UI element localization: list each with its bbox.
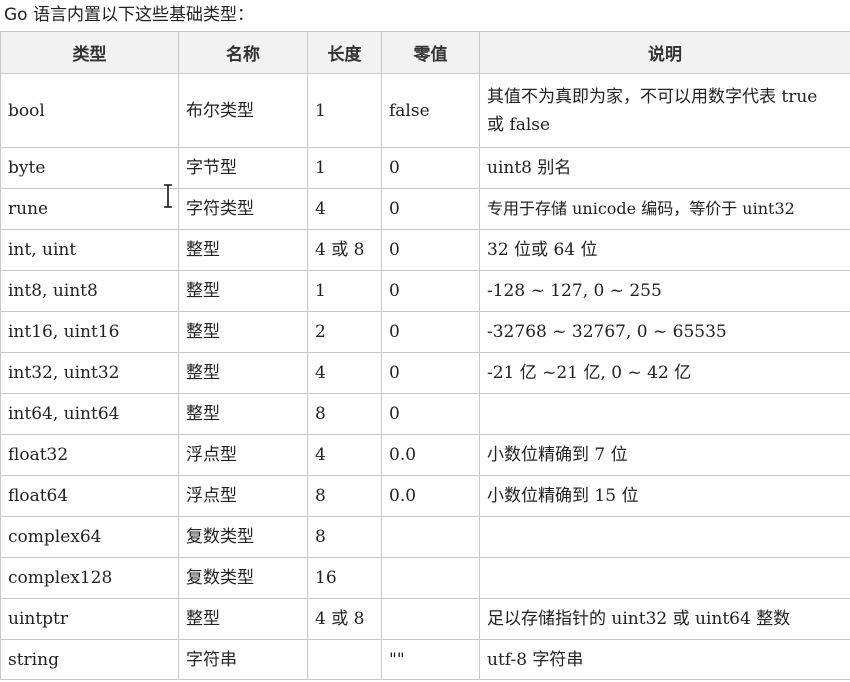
cell-type: uintptr bbox=[0, 598, 179, 640]
cell-description bbox=[479, 557, 850, 599]
table-row: int32, uint32 整型 4 0 -21 亿 ~21 亿, 0 ~ 42… bbox=[0, 352, 850, 394]
cell-type: complex64 bbox=[0, 516, 179, 558]
cell-name: 整型 bbox=[178, 352, 308, 394]
table-row: uintptr 整型 4 或 8 足以存储指针的 uint32 或 uint64… bbox=[0, 598, 850, 640]
header-name: 名称 bbox=[178, 31, 308, 74]
cell-type: rune bbox=[0, 188, 179, 230]
cell-description: -21 亿 ~21 亿, 0 ~ 42 亿 bbox=[479, 352, 850, 394]
cell-length: 8 bbox=[307, 475, 382, 517]
table-row: int8, uint8 整型 1 0 -128 ~ 127, 0 ~ 255 bbox=[0, 270, 850, 312]
cell-description: 小数位精确到 15 位 bbox=[479, 475, 850, 517]
cell-name: 字符类型 bbox=[178, 188, 308, 230]
cell-zero-value bbox=[381, 598, 480, 640]
header-type: 类型 bbox=[0, 31, 179, 74]
cell-description: uint8 别名 bbox=[479, 147, 850, 189]
cell-description: 小数位精确到 7 位 bbox=[479, 434, 850, 476]
cell-length: 2 bbox=[307, 311, 382, 353]
table-row: bool 布尔类型 1 false 其值不为真即为家，不可以用数字代表 true… bbox=[0, 73, 850, 148]
cell-zero-value: 0 bbox=[381, 311, 480, 353]
cell-type: bool bbox=[0, 73, 179, 148]
table-row: float32 浮点型 4 0.0 小数位精确到 7 位 bbox=[0, 434, 850, 476]
cell-name: 整型 bbox=[178, 598, 308, 640]
cell-zero-value: 0 bbox=[381, 393, 480, 435]
cell-type: int32, uint32 bbox=[0, 352, 179, 394]
cell-name: 整型 bbox=[178, 311, 308, 353]
cell-description: 其值不为真即为家，不可以用数字代表 true 或 false bbox=[479, 73, 850, 148]
cell-length: 4 bbox=[307, 352, 382, 394]
cell-length: 4 bbox=[307, 434, 382, 476]
cell-length: 1 bbox=[307, 147, 382, 189]
cell-type: float32 bbox=[0, 434, 179, 476]
cell-zero-value: 0.0 bbox=[381, 475, 480, 517]
cell-name: 布尔类型 bbox=[178, 73, 308, 148]
cell-length: 4 或 8 bbox=[307, 229, 382, 271]
cell-type: byte bbox=[0, 147, 179, 189]
cell-description: -32768 ~ 32767, 0 ~ 65535 bbox=[479, 311, 850, 353]
cell-zero-value: 0.0 bbox=[381, 434, 480, 476]
cell-description-text: 其值不为真即为家，不可以用数字代表 true 或 false bbox=[487, 86, 818, 135]
cell-length: 4 或 8 bbox=[307, 598, 382, 640]
cell-description bbox=[479, 393, 850, 435]
text-cursor-icon bbox=[164, 184, 172, 208]
cell-name: 复数类型 bbox=[178, 516, 308, 558]
cell-length bbox=[307, 639, 382, 680]
cell-zero-value: false bbox=[381, 73, 480, 148]
cell-zero-value bbox=[381, 557, 480, 599]
header-length: 长度 bbox=[307, 31, 382, 74]
cell-length: 4 bbox=[307, 188, 382, 230]
cell-name: 整型 bbox=[178, 229, 308, 271]
cell-type: int64, uint64 bbox=[0, 393, 179, 435]
table-row: int64, uint64 整型 8 0 bbox=[0, 393, 850, 435]
cell-name: 复数类型 bbox=[178, 557, 308, 599]
table-row: int16, uint16 整型 2 0 -32768 ~ 32767, 0 ~… bbox=[0, 311, 850, 353]
cell-name: 整型 bbox=[178, 270, 308, 312]
cell-description bbox=[479, 516, 850, 558]
cell-zero-value: 0 bbox=[381, 270, 480, 312]
table-header-row: 类型 名称 长度 零值 说明 bbox=[0, 31, 850, 74]
table-row: complex64 复数类型 8 bbox=[0, 516, 850, 558]
cell-zero-value: 0 bbox=[381, 147, 480, 189]
table-row: int, uint 整型 4 或 8 0 32 位或 64 位 bbox=[0, 229, 850, 271]
table-row: string 字符串 "" utf-8 字符串 bbox=[0, 639, 850, 680]
types-table: 类型 名称 长度 零值 说明 bool 布尔类型 1 false 其值不为真即为… bbox=[0, 31, 850, 680]
intro-text: Go 语言内置以下这些基础类型： bbox=[4, 5, 254, 25]
cell-type: int8, uint8 bbox=[0, 270, 179, 312]
cell-type: float64 bbox=[0, 475, 179, 517]
header-zero-value: 零值 bbox=[381, 31, 480, 74]
cell-name: 字节型 bbox=[178, 147, 308, 189]
cell-zero-value: 0 bbox=[381, 188, 480, 230]
cell-length: 16 bbox=[307, 557, 382, 599]
table-row: rune 字符类型 4 0 专用于存储 unicode 编码，等价于 uint3… bbox=[0, 188, 850, 230]
header-description: 说明 bbox=[479, 31, 850, 74]
cell-zero-value bbox=[381, 516, 480, 558]
cell-name: 整型 bbox=[178, 393, 308, 435]
cell-type: int, uint bbox=[0, 229, 179, 271]
cell-zero-value: "" bbox=[381, 639, 480, 680]
cell-name: 浮点型 bbox=[178, 434, 308, 476]
cell-description: 专用于存储 unicode 编码，等价于 uint32 bbox=[479, 188, 850, 230]
cell-description: 足以存储指针的 uint32 或 uint64 整数 bbox=[479, 598, 850, 640]
cell-length: 8 bbox=[307, 516, 382, 558]
cell-type: complex128 bbox=[0, 557, 179, 599]
table-row: float64 浮点型 8 0.0 小数位精确到 15 位 bbox=[0, 475, 850, 517]
cell-name: 字符串 bbox=[178, 639, 308, 680]
cell-type: string bbox=[0, 639, 179, 680]
table-row: complex128 复数类型 16 bbox=[0, 557, 850, 599]
cell-length: 1 bbox=[307, 73, 382, 148]
cell-description: utf-8 字符串 bbox=[479, 639, 850, 680]
cell-zero-value: 0 bbox=[381, 229, 480, 271]
cell-length: 8 bbox=[307, 393, 382, 435]
cell-zero-value: 0 bbox=[381, 352, 480, 394]
cell-name: 浮点型 bbox=[178, 475, 308, 517]
cell-description: 32 位或 64 位 bbox=[479, 229, 850, 271]
cell-type: int16, uint16 bbox=[0, 311, 179, 353]
cell-length: 1 bbox=[307, 270, 382, 312]
table-row: byte 字节型 1 0 uint8 别名 bbox=[0, 147, 850, 189]
cell-description: -128 ~ 127, 0 ~ 255 bbox=[479, 270, 850, 312]
